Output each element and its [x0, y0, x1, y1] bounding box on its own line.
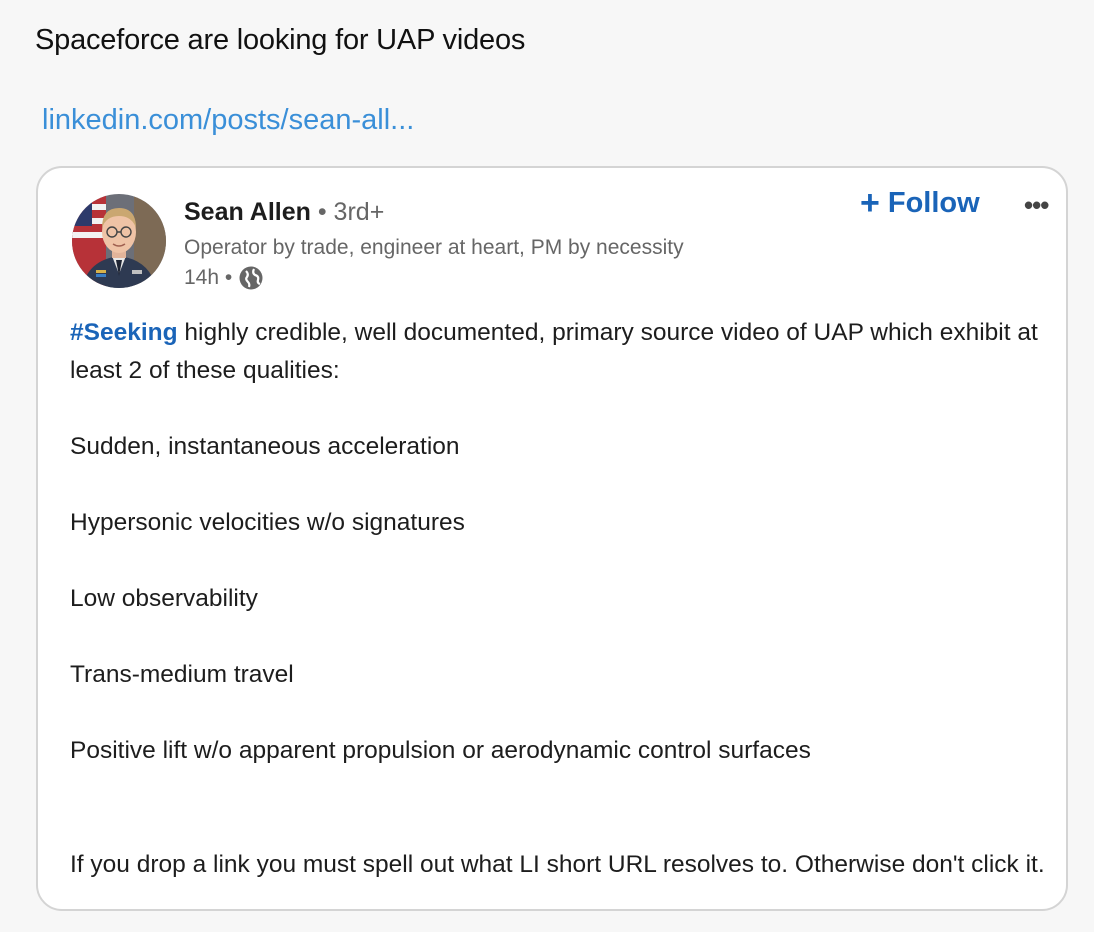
- tweet-text: Spaceforce are looking for UAP videos: [35, 24, 526, 56]
- author-line: Sean Allen • 3rd+: [184, 198, 384, 227]
- tweet-link[interactable]: linkedin.com/posts/sean-all...: [42, 104, 414, 137]
- more-icon[interactable]: •••: [1024, 190, 1049, 221]
- quality-item: Hypersonic velocities w/o signatures: [70, 509, 465, 536]
- intro-text: highly credible, well documented, primar…: [70, 319, 1038, 384]
- follow-button[interactable]: + Follow: [860, 186, 980, 220]
- globe-icon: [238, 265, 264, 291]
- quality-item: Sudden, instantaneous acceleration: [70, 433, 460, 460]
- page: Spaceforce are looking for UAP videos li…: [0, 0, 1094, 932]
- closing-text: If you drop a link you must spell out wh…: [70, 851, 1045, 878]
- plus-icon: +: [860, 184, 880, 222]
- post-meta: 14h •: [184, 265, 264, 291]
- quality-item: Trans-medium travel: [70, 661, 294, 688]
- avatar[interactable]: [72, 194, 166, 288]
- author-headline: Operator by trade, engineer at heart, PM…: [184, 236, 684, 259]
- author-name[interactable]: Sean Allen: [184, 198, 311, 226]
- hashtag-link[interactable]: #Seeking: [70, 319, 178, 346]
- connection-degree: • 3rd+: [317, 198, 385, 226]
- post-intro: #Seeking highly credible, well documente…: [70, 314, 1050, 390]
- post-time: 14h •: [184, 266, 233, 289]
- quality-item: Positive lift w/o apparent propulsion or…: [70, 737, 811, 764]
- quality-item: Low observability: [70, 585, 258, 612]
- follow-label: Follow: [887, 186, 980, 219]
- linkedin-post-card[interactable]: Sean Allen • 3rd+ Operator by trade, eng…: [36, 166, 1068, 911]
- post-body: #Seeking highly credible, well documente…: [70, 314, 1050, 884]
